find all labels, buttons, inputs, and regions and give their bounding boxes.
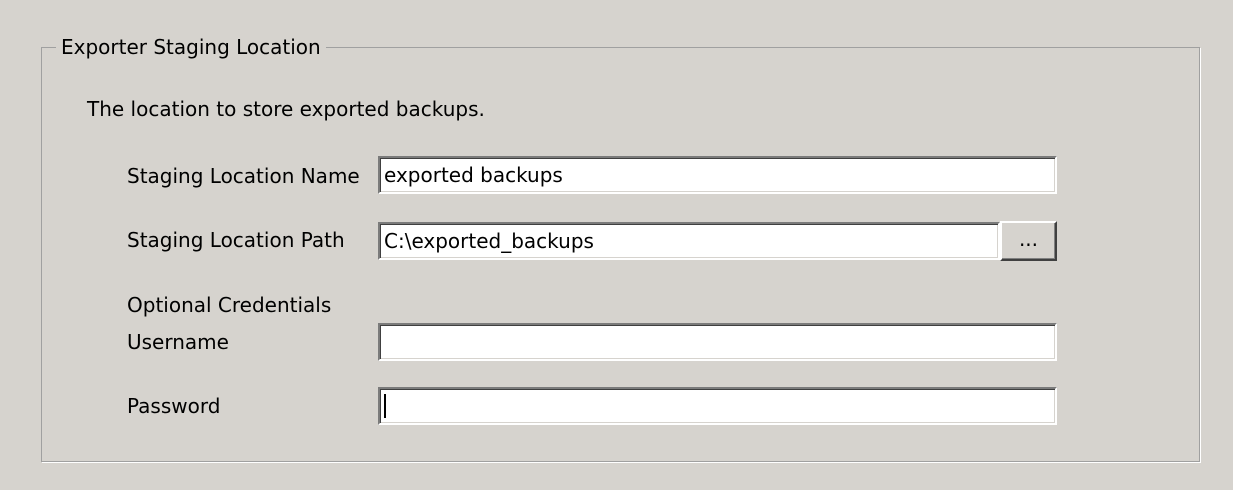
staging-location-path-input[interactable]: C:\exported_backups — [378, 222, 1000, 260]
groupbox-description: The location to store exported backups. — [87, 97, 485, 121]
optional-credentials-heading: Optional Credentials — [127, 293, 332, 317]
text-caret — [384, 394, 386, 418]
staging-location-path-value: C:\exported_backups — [384, 229, 594, 253]
staging-location-name-input[interactable]: exported backups — [378, 156, 1057, 194]
password-label: Password — [127, 394, 221, 418]
password-input[interactable] — [378, 387, 1057, 425]
browse-button[interactable]: ... — [1000, 221, 1057, 261]
staging-location-name-label: Staging Location Name — [127, 164, 360, 188]
username-input[interactable] — [378, 323, 1057, 361]
groupbox-title: Exporter Staging Location — [56, 34, 326, 60]
staging-location-path-label: Staging Location Path — [127, 228, 345, 252]
staging-location-name-value: exported backups — [384, 163, 563, 187]
username-label: Username — [127, 330, 229, 354]
